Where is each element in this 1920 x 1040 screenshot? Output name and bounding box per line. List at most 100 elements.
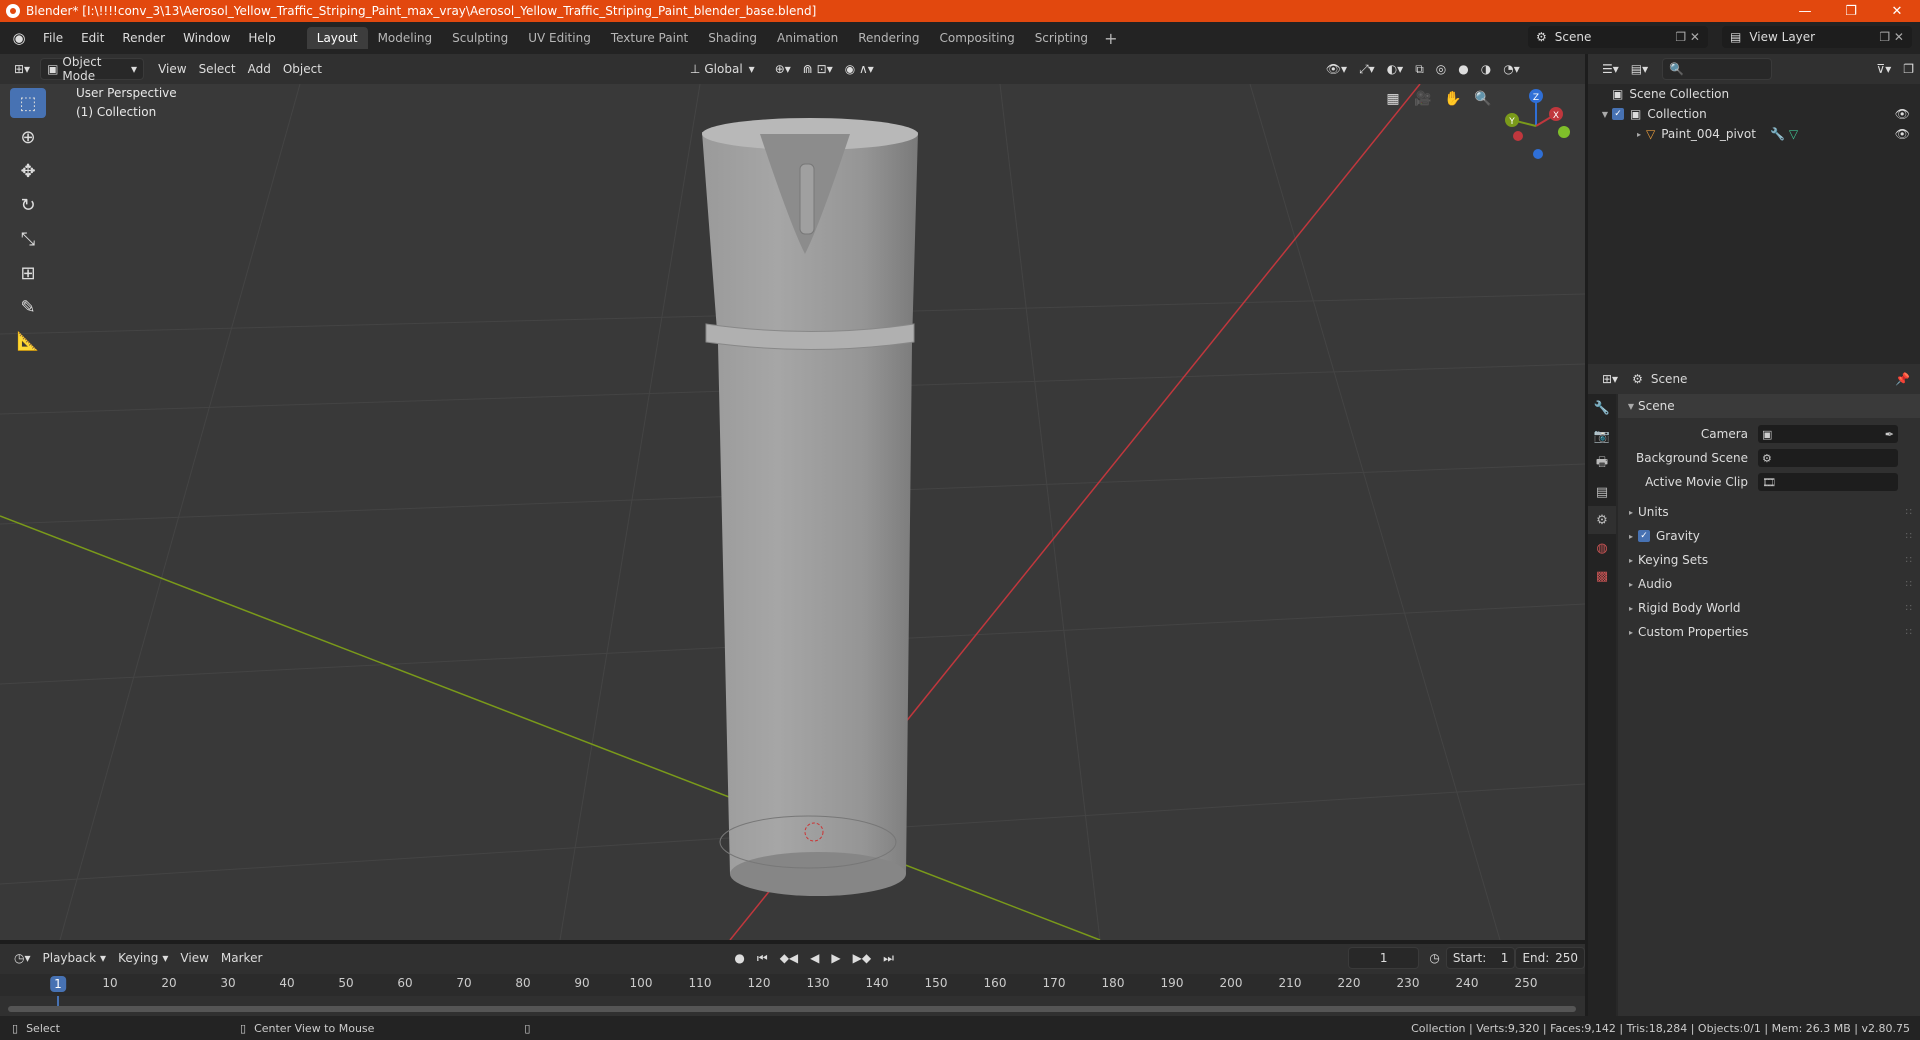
- tab-modeling[interactable]: Modeling: [368, 27, 443, 49]
- pin-icon[interactable]: 📌: [1895, 372, 1910, 386]
- timeline-ruler[interactable]: 1 10 20 30 40 50 60 70 80 90 100 110 120…: [0, 974, 1585, 996]
- new-collection-icon[interactable]: ❐: [1897, 58, 1920, 80]
- zoom-icon[interactable]: 🔍: [1470, 86, 1496, 112]
- tool-tab-icon[interactable]: 🔧: [1588, 394, 1616, 422]
- rotate-icon[interactable]: ↻: [10, 190, 46, 220]
- snap-icon[interactable]: ⋒ ⊡▾: [797, 58, 839, 80]
- drag-handle-icon[interactable]: ∷: [1906, 555, 1912, 566]
- scene-new-icon[interactable]: ❐ ✕: [1675, 30, 1700, 44]
- filter-icon[interactable]: ⊽▾: [1870, 58, 1897, 80]
- outliner-row-collection[interactable]: ▼ ✓ ▣ Collection 👁: [1588, 104, 1920, 124]
- outliner-search-input[interactable]: 🔍: [1662, 58, 1773, 80]
- pan-hand-icon[interactable]: ✋: [1440, 86, 1466, 112]
- orientation-selector[interactable]: ⊥ Global ▾: [684, 58, 761, 80]
- xray-toggle-icon[interactable]: ⧉: [1409, 58, 1430, 80]
- shading-wireframe-icon[interactable]: ◎: [1430, 58, 1452, 80]
- rigid-body-world-panel-header[interactable]: ▸ Rigid Body World ∷: [1618, 596, 1920, 620]
- drag-handle-icon[interactable]: ∷: [1906, 579, 1912, 590]
- editor-type-icon[interactable]: ⊞▾: [8, 58, 36, 80]
- timeline-editor-type-icon[interactable]: ◷▾: [8, 947, 37, 969]
- move-icon[interactable]: ✥: [10, 156, 46, 186]
- tab-layout[interactable]: Layout: [306, 27, 368, 49]
- camera-view-icon[interactable]: 🎥: [1410, 86, 1436, 112]
- viewport-menu-view[interactable]: View: [152, 58, 192, 80]
- start-frame-field[interactable]: Start: 1: [1445, 947, 1516, 969]
- end-frame-field[interactable]: End: 250: [1515, 947, 1585, 969]
- world-tab-icon[interactable]: ◍: [1588, 534, 1616, 562]
- scene-tab-icon[interactable]: ⚙: [1588, 506, 1616, 534]
- navigation-gizmo[interactable]: Z X Y: [1505, 89, 1570, 159]
- menu-help[interactable]: Help: [239, 31, 284, 45]
- tab-animation[interactable]: Animation: [767, 27, 848, 49]
- shading-material-icon[interactable]: ◑: [1475, 58, 1497, 80]
- overlay-toggle-icon[interactable]: ◐▾: [1381, 58, 1410, 80]
- gizmo-toggle-icon[interactable]: ⤢▾: [1353, 58, 1381, 80]
- cursor-icon[interactable]: ⊕: [10, 122, 46, 152]
- modifier-wrench-icon[interactable]: 🔧: [1770, 127, 1785, 141]
- audio-panel-header[interactable]: ▸ Audio ∷: [1618, 572, 1920, 596]
- eye-icon[interactable]: 👁: [1895, 107, 1910, 121]
- expand-arrow-icon[interactable]: ▼: [1598, 110, 1612, 119]
- timeline-menu-marker[interactable]: Marker: [215, 947, 268, 969]
- play-icon[interactable]: ▶: [825, 947, 846, 969]
- output-tab-icon[interactable]: 🖶: [1588, 450, 1616, 478]
- timeline-menu-playback[interactable]: Playback ▾: [37, 947, 113, 969]
- maximize-button[interactable]: ❐: [1828, 0, 1874, 22]
- tab-texture-paint[interactable]: Texture Paint: [601, 27, 698, 49]
- eyedropper-icon[interactable]: ✒: [1885, 428, 1894, 441]
- annotate-icon[interactable]: ✎: [10, 292, 46, 322]
- minimize-button[interactable]: —: [1782, 0, 1828, 22]
- jump-end-icon[interactable]: ⏭: [877, 947, 900, 969]
- aerosol-can-model[interactable]: [702, 118, 918, 896]
- tab-compositing[interactable]: Compositing: [929, 27, 1024, 49]
- collection-checkbox[interactable]: ✓: [1612, 108, 1624, 120]
- close-button[interactable]: ✕: [1874, 0, 1920, 22]
- scene-panel-header[interactable]: ▼ Scene: [1618, 394, 1920, 418]
- keying-sets-panel-header[interactable]: ▸ Keying Sets ∷: [1618, 548, 1920, 572]
- drag-handle-icon[interactable]: ∷: [1906, 603, 1912, 614]
- viewport-menu-select[interactable]: Select: [193, 58, 242, 80]
- current-frame-field[interactable]: 1: [1347, 947, 1420, 969]
- drag-handle-icon[interactable]: ∷: [1906, 531, 1912, 542]
- next-keyframe-icon[interactable]: ▶◆: [847, 947, 877, 969]
- outliner-row-scene-collection[interactable]: ▣ Scene Collection: [1588, 84, 1920, 104]
- menu-render[interactable]: Render: [113, 31, 174, 45]
- menu-window[interactable]: Window: [174, 31, 239, 45]
- mesh-data-icon[interactable]: ▽: [1789, 127, 1798, 141]
- outliner-row-object[interactable]: ▸ ▽ Paint_004_pivot 🔧 ▽ 👁: [1588, 124, 1920, 144]
- view-layer-new-icon[interactable]: ❐ ✕: [1879, 30, 1904, 44]
- menu-edit[interactable]: Edit: [72, 31, 113, 45]
- select-box-icon[interactable]: ⬚: [10, 88, 46, 118]
- viewport-menu-add[interactable]: Add: [242, 58, 277, 80]
- tab-scripting[interactable]: Scripting: [1025, 27, 1098, 49]
- scene-selector[interactable]: ⚙ Scene ❐ ✕: [1528, 26, 1708, 48]
- outliner-editor-type-icon[interactable]: ☰▾: [1596, 58, 1625, 80]
- viewport-menu-object[interactable]: Object: [277, 58, 328, 80]
- timeline-menu-keying[interactable]: Keying ▾: [112, 947, 174, 969]
- gravity-panel-header[interactable]: ▸ ✓ Gravity ∷: [1618, 524, 1920, 548]
- view-layer-tab-icon[interactable]: ▤: [1588, 478, 1616, 506]
- eye-icon[interactable]: 👁: [1895, 127, 1910, 141]
- properties-editor-type-icon[interactable]: ⊞▾: [1596, 368, 1624, 390]
- blender-menu-icon[interactable]: ◉: [8, 27, 30, 49]
- add-workspace-button[interactable]: +: [1098, 29, 1123, 48]
- gravity-checkbox[interactable]: ✓: [1638, 530, 1650, 542]
- view-layer-selector[interactable]: ▤ View Layer ❐ ✕: [1722, 26, 1912, 48]
- menu-file[interactable]: File: [34, 31, 72, 45]
- timeline-menu-view[interactable]: View: [174, 947, 214, 969]
- jump-start-icon[interactable]: ⏮: [751, 947, 774, 969]
- pivot-icon[interactable]: ⊕▾: [769, 58, 797, 80]
- transform-icon[interactable]: ⊞: [10, 258, 46, 288]
- record-icon[interactable]: ●: [728, 947, 750, 969]
- 3d-viewport[interactable]: Z X Y: [0, 84, 1585, 940]
- ortho-grid-icon[interactable]: ▦: [1380, 86, 1406, 112]
- camera-value[interactable]: ▣ ✒: [1758, 425, 1898, 443]
- units-panel-header[interactable]: ▸ Units ∷: [1618, 500, 1920, 524]
- display-mode-icon[interactable]: ▤▾: [1625, 58, 1654, 80]
- drag-handle-icon[interactable]: ∷: [1906, 507, 1912, 518]
- tab-shading[interactable]: Shading: [698, 27, 767, 49]
- prev-keyframe-icon[interactable]: ◆◀: [774, 947, 804, 969]
- ruler-frame[interactable]: 1: [50, 976, 66, 992]
- expand-arrow-icon[interactable]: ▸: [1632, 130, 1646, 139]
- scale-icon[interactable]: ⤡: [10, 224, 46, 254]
